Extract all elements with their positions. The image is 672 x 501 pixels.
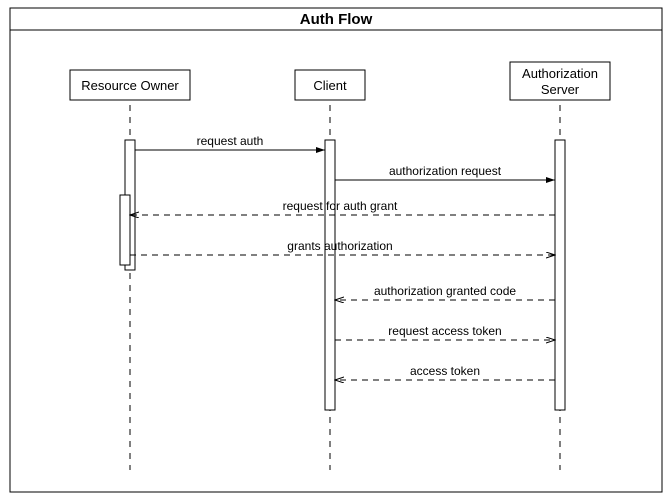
- sequence-diagram: Auth Flow Resource Owner Client Authoriz…: [0, 0, 672, 501]
- actor-resource-owner-label: Resource Owner: [81, 78, 179, 93]
- actor-auth-server-label-1: Authorization: [522, 66, 598, 81]
- msg-request-auth-label: request auth: [197, 134, 264, 148]
- actor-auth-server-label-2: Server: [541, 82, 580, 97]
- msg-request-auth-grant-label: request for auth grant: [283, 199, 398, 213]
- activation-resource-owner-nested: [120, 195, 130, 265]
- msg-authorization-request-label: authorization request: [389, 164, 502, 178]
- activation-client: [325, 140, 335, 410]
- activation-auth-server: [555, 140, 565, 410]
- msg-request-access-token-label: request access token: [388, 324, 501, 338]
- msg-access-token-label: access token: [410, 364, 480, 378]
- diagram-title: Auth Flow: [300, 11, 373, 28]
- actor-client-label: Client: [313, 78, 347, 93]
- msg-auth-granted-code-label: authorization granted code: [374, 284, 516, 298]
- msg-grants-authorization-label: grants authorization: [287, 239, 392, 253]
